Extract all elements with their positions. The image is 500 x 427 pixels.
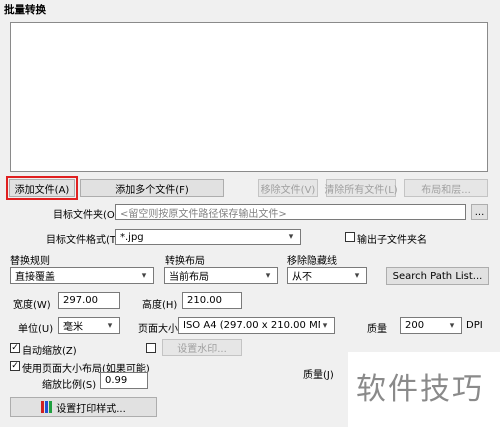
convert-layout-value: 当前布局 <box>169 272 209 283</box>
width-label: 宽度(W) <box>13 300 51 311</box>
quality-unit-label: DPI <box>466 320 483 331</box>
replace-rule-label: 替换规则 <box>10 256 50 267</box>
watermark-checkbox[interactable] <box>146 343 156 353</box>
convert-layout-label: 转换布局 <box>165 256 205 267</box>
page-size-label: 页面大小 <box>138 324 178 335</box>
unit-label: 单位(U) <box>18 324 54 335</box>
page-size-value: ISO A4 (297.00 x 210.00 MM) <box>183 320 320 331</box>
print-style-label: 设置打印样式... <box>56 403 126 415</box>
target-folder-input[interactable]: <留空则按原文件路径保存输出文件> <box>115 204 466 220</box>
height-label: 高度(H) <box>142 300 178 311</box>
scale-input[interactable]: 0.99 <box>100 372 148 389</box>
quality-value: 200 <box>405 320 425 331</box>
search-path-list-button[interactable]: Search Path List... <box>386 267 489 285</box>
remove-hidden-lines-label: 移除隐藏线 <box>287 256 337 267</box>
target-folder-label: 目标文件夹(O) <box>53 210 119 221</box>
auto-scale-label: 自动缩放(Z) <box>22 346 77 357</box>
print-style-button[interactable]: 设置打印样式... <box>10 397 157 417</box>
scale-label: 缩放比例(S) <box>42 380 97 391</box>
file-list[interactable] <box>10 22 488 172</box>
chevron-down-icon: ▾ <box>322 320 328 331</box>
window-title: 批量转换 <box>4 4 46 16</box>
output-subfolder-checkbox[interactable] <box>345 232 355 242</box>
output-subfolder-label: 输出子文件夹名 <box>357 235 427 246</box>
unit-select[interactable]: 毫米 ▾ <box>58 317 120 334</box>
target-format-label: 目标文件格式(T) <box>46 235 120 246</box>
width-input[interactable]: 297.00 <box>58 292 120 309</box>
unit-value: 毫米 <box>63 322 83 333</box>
chevron-down-icon: ▾ <box>288 232 294 242</box>
chevron-down-icon: ▾ <box>141 270 147 281</box>
replace-rule-select[interactable]: 直接覆盖 ▾ <box>10 267 154 284</box>
replace-rule-value: 直接覆盖 <box>15 272 55 283</box>
remove-hidden-lines-select[interactable]: 从不 ▾ <box>287 267 367 284</box>
print-style-icon <box>41 401 53 413</box>
watermark-overlay: 软件技巧 <box>348 352 500 427</box>
add-file-button[interactable]: 添加文件(A) <box>6 176 78 200</box>
auto-scale-checkbox[interactable]: ✓ <box>10 343 20 353</box>
page-size-select[interactable]: ISO A4 (297.00 x 210.00 MM) ▾ <box>178 317 335 334</box>
quality-select[interactable]: 200 ▾ <box>400 317 462 334</box>
target-format-select[interactable]: *.jpg ▾ <box>115 229 301 245</box>
clear-all-files-button[interactable]: 清除所有文件(L) <box>324 179 398 197</box>
chevron-down-icon: ▾ <box>265 270 271 281</box>
layout-and-layers-button[interactable]: 布局和层... <box>404 179 488 197</box>
set-watermark-button[interactable]: 设置水印... <box>162 339 242 356</box>
target-format-value: *.jpg <box>120 231 144 243</box>
quality-j-label: 质量(J) <box>303 370 334 381</box>
chevron-down-icon: ▾ <box>354 270 360 281</box>
overlay-text: 软件技巧 <box>356 372 484 407</box>
remove-file-button[interactable]: 移除文件(V) <box>258 179 318 197</box>
height-input[interactable]: 210.00 <box>182 292 242 309</box>
convert-layout-select[interactable]: 当前布局 ▾ <box>164 267 278 284</box>
chevron-down-icon: ▾ <box>449 320 455 331</box>
use-page-layout-checkbox[interactable]: ✓ <box>10 361 20 371</box>
browse-folder-button[interactable]: ... <box>471 204 488 220</box>
quality-label: 质量 <box>367 324 387 335</box>
remove-hidden-lines-value: 从不 <box>292 272 312 283</box>
chevron-down-icon: ▾ <box>107 320 113 331</box>
add-multiple-files-button[interactable]: 添加多个文件(F) <box>80 179 224 197</box>
